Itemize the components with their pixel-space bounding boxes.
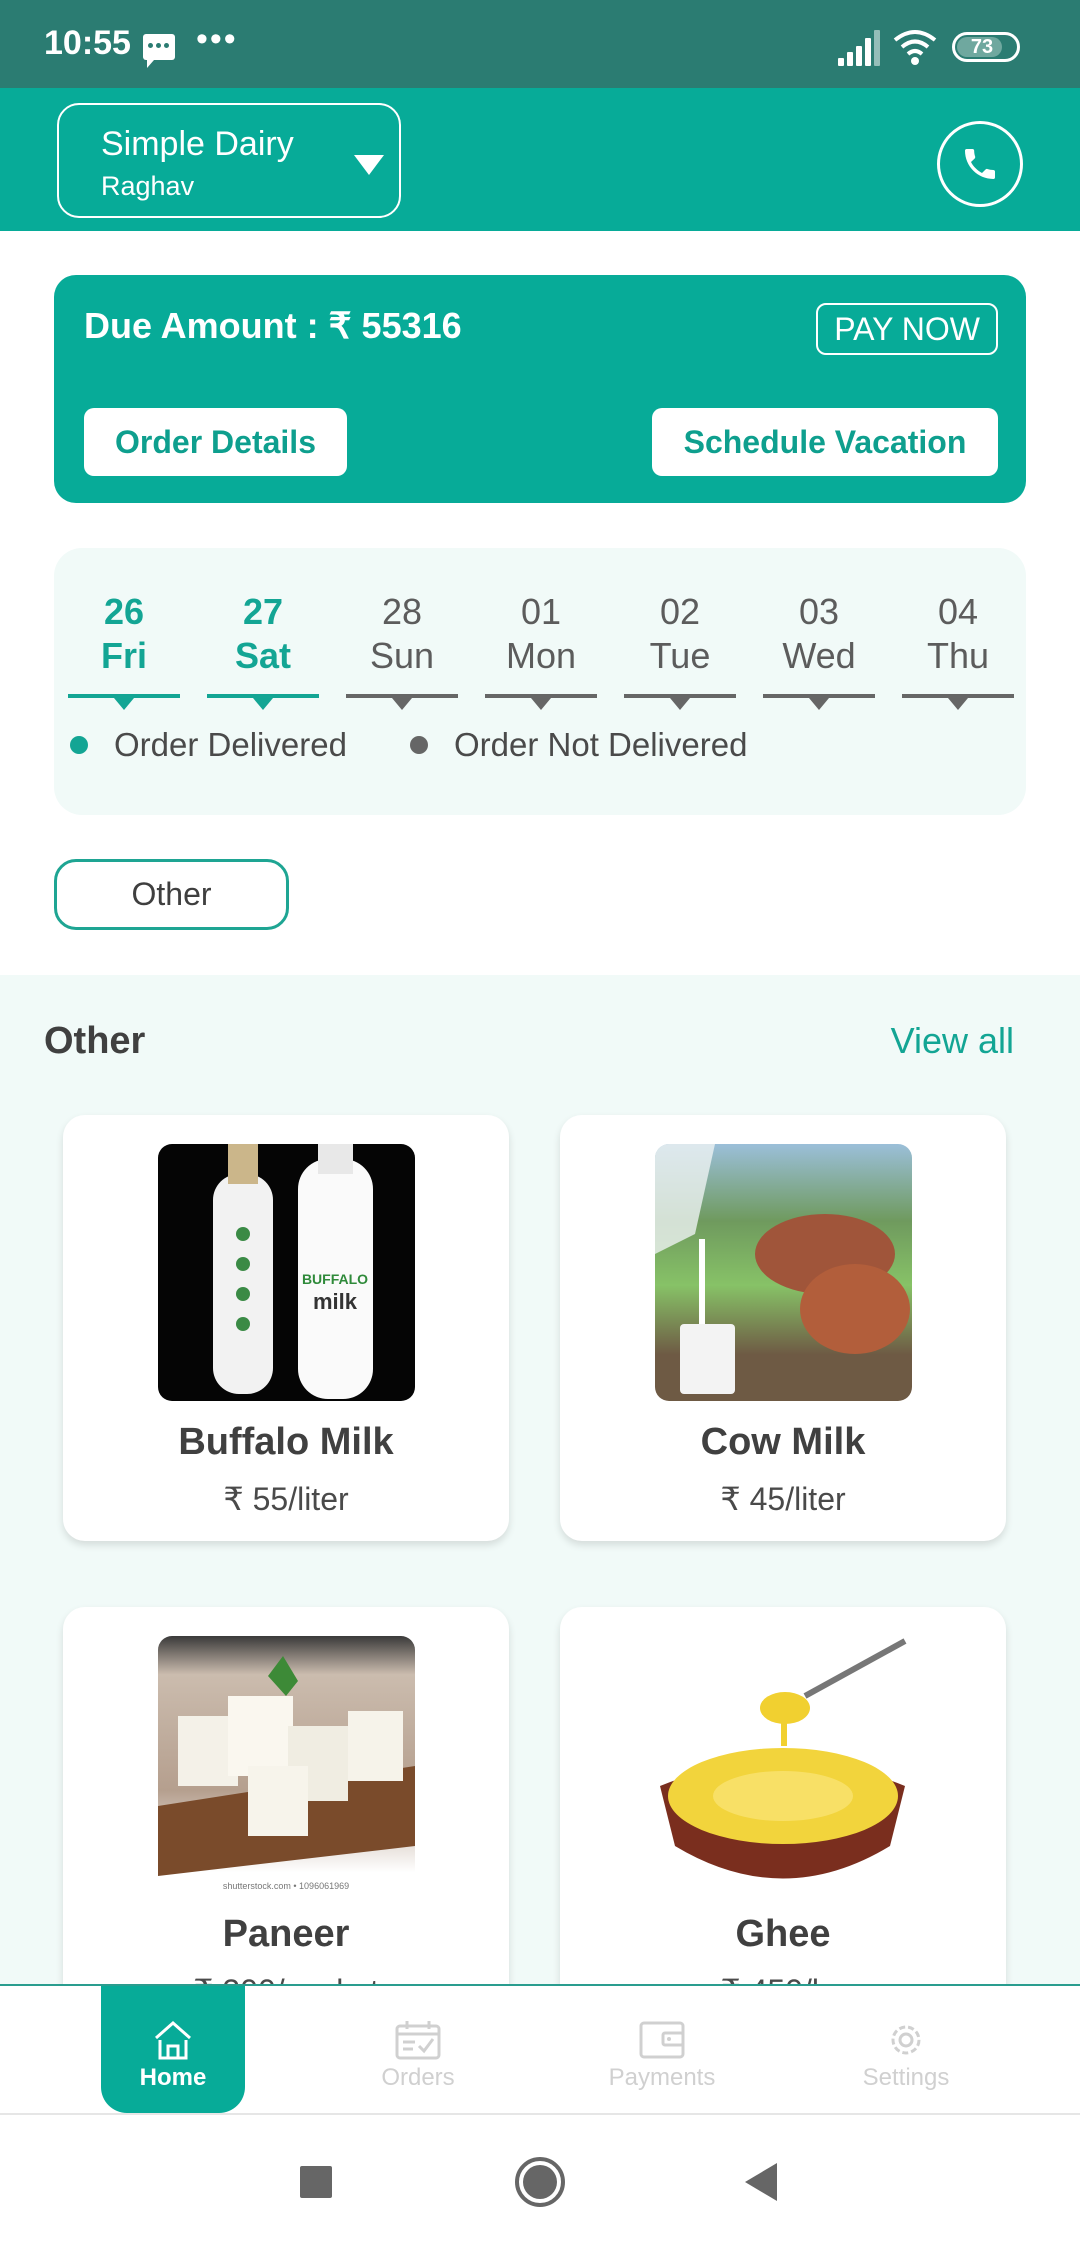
back-button[interactable] (745, 2163, 777, 2201)
product-name: Paneer (222, 1913, 350, 1955)
day-number: 28 (381, 591, 423, 632)
bottom-navigation: Home Orders Payments Settings (0, 1984, 1080, 2115)
wifi-icon (893, 30, 937, 65)
calendar-day-03[interactable]: 03 Wed (763, 590, 875, 710)
due-amount: Due Amount : ₹ 55316 (84, 305, 462, 346)
day-name: Mon (505, 635, 577, 676)
day-status-marker (207, 694, 319, 710)
status-time: 10:55 (44, 24, 131, 62)
call-button[interactable] (937, 121, 1023, 207)
product-name: Buffalo Milk (178, 1421, 394, 1463)
product-card-cow-milk[interactable]: Cow Milk ₹ 45/liter (560, 1115, 1006, 1541)
day-status-marker (485, 694, 597, 710)
order-details-button[interactable]: Order Details (84, 408, 347, 476)
day-number: 26 (103, 591, 145, 632)
not-delivered-dot-icon (410, 736, 428, 754)
calendar-day-01[interactable]: 01 Mon (485, 590, 597, 710)
delivered-dot-icon (70, 736, 88, 754)
calendar-day-26[interactable]: 26 Fri (68, 590, 180, 710)
due-amount-card: Due Amount : ₹ 55316 PAY NOW Order Detai… (54, 275, 1026, 503)
battery-percent: 73 (970, 36, 994, 58)
section-title: Other (44, 1020, 146, 1062)
day-number: 27 (242, 591, 284, 632)
message-notification-icon (143, 34, 175, 68)
products-section: Other View all BUFFALO milk Buffalo Milk… (0, 975, 1080, 1985)
day-number: 02 (659, 591, 701, 632)
wallet-icon (639, 2021, 685, 2059)
legend-delivered-label: Order Delivered (114, 726, 347, 763)
day-status-marker (346, 694, 458, 710)
day-name: Fri (100, 635, 147, 676)
signal-icon (838, 30, 880, 66)
nav-payments[interactable]: Payments (590, 1986, 734, 2113)
gear-icon (891, 2025, 921, 2055)
dairy-name: Simple Dairy (101, 125, 294, 163)
paneer-image: shutterstock.com • 1096061969 (158, 1636, 415, 1893)
caret-down-icon (354, 155, 384, 175)
svg-text:BUFFALO: BUFFALO (302, 1271, 368, 1287)
view-all-link[interactable]: View all (891, 1020, 1014, 1062)
product-price: ₹ 45/liter (720, 1481, 846, 1517)
dairy-selector-dropdown[interactable]: Simple Dairy Raghav (57, 103, 401, 218)
product-card-paneer[interactable]: shutterstock.com • 1096061969 Paneer ₹ 3… (63, 1607, 509, 1985)
product-card-buffalo-milk[interactable]: BUFFALO milk Buffalo Milk ₹ 55/liter (63, 1115, 509, 1541)
day-number: 04 (937, 591, 979, 632)
phone-icon (965, 149, 995, 179)
calendar-check-icon (395, 2021, 441, 2060)
home-circle-icon (523, 2165, 557, 2199)
nav-home[interactable]: Home (101, 1986, 245, 2113)
cow-milk-image (655, 1144, 912, 1401)
calendar-day-27[interactable]: 27 Sat (207, 590, 319, 710)
recent-apps-button[interactable] (300, 2166, 332, 2198)
nav-payments-label: Payments (608, 2064, 716, 2091)
day-name: Thu (926, 635, 990, 676)
nav-settings-label: Settings (862, 2064, 950, 2091)
pay-now-button[interactable]: PAY NOW (816, 303, 998, 355)
svg-text:shutterstock.com • 1096061969: shutterstock.com • 1096061969 (223, 1881, 349, 1891)
ghee-image (655, 1636, 912, 1893)
day-status-marker (624, 694, 736, 710)
battery-icon: 73 (952, 32, 1020, 62)
calendar-day-28[interactable]: 28 Sun (346, 590, 458, 710)
day-number: 01 (520, 591, 562, 632)
product-price: ₹ 55/liter (223, 1481, 349, 1517)
day-name: Tue (649, 635, 711, 676)
buffalo-milk-image: BUFFALO milk (158, 1144, 415, 1401)
legend-delivered: Order Delivered (70, 726, 347, 764)
product-card-ghee[interactable]: Ghee ₹ 450/kg (560, 1607, 1006, 1985)
day-status-marker (68, 694, 180, 710)
day-status-marker (763, 694, 875, 710)
day-name: Sat (234, 635, 292, 676)
legend-not-delivered-label: Order Not Delivered (454, 726, 748, 763)
home-system-button[interactable] (515, 2157, 565, 2207)
calendar-day-02[interactable]: 02 Tue (624, 590, 736, 710)
nav-home-label: Home (139, 2064, 207, 2091)
day-status-marker (902, 694, 1014, 710)
day-number: 03 (798, 591, 840, 632)
delivery-calendar: 26 Fri 27 Sat 28 Sun 01 Mon 02 Tue 03 Wed 04 Thu Orde… (54, 548, 1026, 815)
app-header: Simple Dairy Raghav (0, 88, 1080, 231)
calendar-day-04[interactable]: 04 Thu (902, 590, 1014, 710)
svg-text:milk: milk (313, 1289, 358, 1314)
nav-orders[interactable]: Orders (346, 1986, 490, 2113)
day-name: Sun (369, 635, 435, 676)
more-notifications-icon: ••• (196, 20, 238, 58)
schedule-vacation-button[interactable]: Schedule Vacation (652, 408, 998, 476)
nav-settings[interactable]: Settings (834, 1986, 978, 2113)
legend-not-delivered: Order Not Delivered (410, 726, 747, 764)
product-name: Ghee (735, 1913, 831, 1955)
customer-name: Raghav (101, 171, 195, 201)
nav-orders-label: Orders (381, 2064, 455, 2091)
home-icon (155, 2020, 191, 2060)
product-name: Cow Milk (700, 1421, 866, 1463)
system-navigation-bar (0, 2115, 1080, 2246)
day-name: Wed (782, 635, 856, 676)
status-bar: 10:55 ••• 73 (0, 0, 1080, 88)
category-chip-other[interactable]: Other (54, 859, 289, 930)
